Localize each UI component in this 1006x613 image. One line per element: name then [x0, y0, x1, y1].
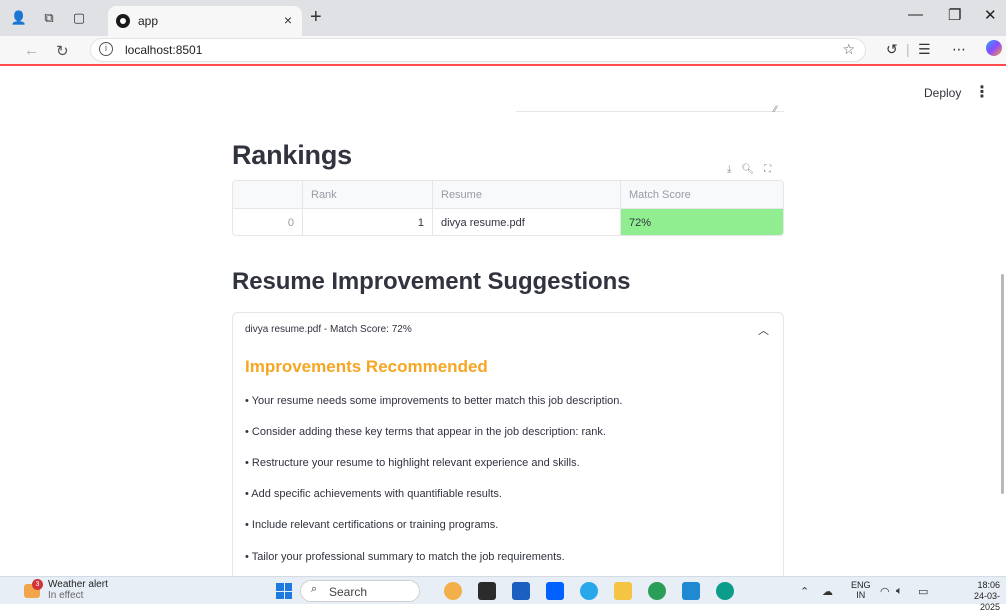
store-app-icon[interactable]	[512, 582, 530, 600]
suggestion-item: • Tailor your professional summary to ma…	[245, 551, 565, 563]
rankings-heading: Rankings	[232, 140, 352, 170]
search-icon: ⌕	[311, 583, 318, 595]
taskbar-search[interactable]: ⌕ Search	[300, 580, 420, 602]
search-icon[interactable]: 🔍︎	[741, 164, 754, 175]
suggestion-item: • Restructure your resume to highlight r…	[245, 457, 580, 469]
url-field[interactable]: i localhost:8501 ☆	[90, 38, 866, 62]
language-indicator[interactable]: ENG IN	[851, 580, 871, 600]
rank-column-header[interactable]: Rank	[303, 181, 433, 209]
toolbar-divider: |	[906, 41, 910, 57]
close-window-icon[interactable]: ✕	[984, 6, 997, 24]
browser-tab-app[interactable]: app ×	[108, 6, 302, 36]
more-options-icon[interactable]: ⋯	[952, 41, 966, 58]
restore-icon[interactable]: ❐	[948, 6, 961, 24]
weather-subtitle: In effect	[48, 590, 84, 601]
rankings-table[interactable]: Rank Resume Match Score 0 1 divya resume…	[232, 180, 784, 236]
table-row: 0 1 divya resume.pdf 72%	[233, 209, 783, 235]
dropbox-app-icon[interactable]	[546, 582, 564, 600]
main-menu-icon[interactable]: ⋮	[974, 82, 990, 102]
scrollbar[interactable]	[998, 68, 1006, 576]
task-view-icon[interactable]	[478, 582, 496, 600]
region-code: IN	[856, 590, 866, 600]
streamlit-favicon-icon	[116, 14, 130, 28]
chevron-up-icon[interactable]: ︿	[758, 322, 769, 338]
job-description-textarea[interactable]	[516, 102, 784, 112]
tab-actions-icon[interactable]: ▢	[70, 9, 88, 27]
close-tab-icon[interactable]: ×	[284, 12, 292, 28]
resume-column-header[interactable]: Resume	[433, 181, 621, 209]
suggestion-item: • Consider adding these key terms that a…	[245, 426, 606, 438]
fullscreen-icon[interactable]: ⛶	[764, 164, 771, 175]
edge-app-icon[interactable]	[716, 582, 734, 600]
start-icon[interactable]	[276, 583, 292, 599]
file-explorer-icon[interactable]	[614, 582, 632, 600]
copilot-icon[interactable]	[986, 40, 1002, 56]
refresh-icon[interactable]: ↻	[56, 42, 69, 60]
wifi-icon[interactable]: ◠	[880, 585, 890, 598]
widgets-app-icon[interactable]	[444, 582, 462, 600]
deploy-button[interactable]: Deploy	[924, 86, 961, 100]
suggestion-item: • Add specific achievements with quantif…	[245, 488, 502, 500]
copilot-app-icon[interactable]	[580, 582, 598, 600]
taskbar: 3 Weather alert In effect ⌕ Search ⌃ ☁ E…	[0, 576, 1006, 612]
index-column-header[interactable]	[233, 181, 303, 209]
download-icon[interactable]: ⤓	[727, 164, 731, 175]
resume-cell[interactable]: divya resume.pdf	[433, 209, 621, 235]
clock-date: 24-03-2025	[973, 591, 1000, 612]
language-code: ENG	[851, 580, 871, 590]
rank-cell[interactable]: 1	[303, 209, 433, 235]
battery-icon[interactable]: ▭	[918, 585, 928, 598]
suggestion-item: • Include relevant certifications or tra…	[245, 519, 499, 531]
show-hidden-icons-icon[interactable]: ⌃	[800, 585, 809, 598]
clock-time: 18:06	[977, 580, 1000, 590]
tab-title: app	[138, 14, 159, 28]
expander-title: divya resume.pdf - Match Score: 72%	[245, 324, 412, 335]
streamlit-page: Deploy ⋮ ⁄⁄ Rankings ⤓ 🔍︎ ⛶ Rank Resume …	[0, 68, 1006, 576]
weather-widget[interactable]: Weather alert In effect	[48, 579, 108, 601]
suggestions-heading: Resume Improvement Suggestions	[232, 268, 631, 295]
profile-icon[interactable]: 👤	[10, 9, 28, 27]
favorites-icon[interactable]: ☰	[918, 41, 931, 58]
workspaces-icon[interactable]: ⧉	[40, 9, 58, 27]
table-toolbar: ⤓ 🔍︎ ⛶	[727, 164, 771, 175]
weather-title: Weather alert	[48, 579, 108, 590]
suggestion-expander: divya resume.pdf - Match Score: 72% ︿ Im…	[232, 312, 784, 576]
system-clock[interactable]: 18:06 24-03-2025	[954, 580, 1000, 613]
address-bar: ← ↻ i localhost:8501 ☆ ↺ | ☰ ⋯	[0, 36, 1006, 66]
improvements-title: Improvements Recommended	[245, 357, 488, 376]
resize-handle-icon[interactable]: ⁄⁄	[774, 104, 777, 114]
chrome-app-icon[interactable]	[648, 582, 666, 600]
suggestion-item: • Your resume needs some improvements to…	[245, 395, 623, 407]
browser-tab-bar: 👤 ⧉ ▢ app × + — ❐ ✕	[0, 0, 1006, 36]
minimize-icon[interactable]: —	[908, 6, 923, 23]
volume-icon[interactable]: 🔈︎	[896, 585, 903, 598]
new-tab-icon[interactable]: +	[310, 6, 322, 29]
site-info-icon[interactable]: i	[99, 42, 113, 56]
weather-alert-badge: 3	[32, 579, 43, 590]
refresh-extension-icon[interactable]: ↺	[886, 41, 898, 58]
table-header: Rank Resume Match Score	[233, 181, 783, 209]
vscode-app-icon[interactable]	[682, 582, 700, 600]
expander-header[interactable]: divya resume.pdf - Match Score: 72% ︿	[233, 313, 785, 349]
match-score-column-header[interactable]: Match Score	[621, 181, 783, 209]
url-text: localhost:8501	[125, 43, 203, 57]
match-score-cell[interactable]: 72%	[621, 209, 783, 235]
scrollbar-thumb[interactable]	[1001, 274, 1004, 494]
row-index-cell[interactable]: 0	[233, 209, 303, 235]
onedrive-icon[interactable]: ☁	[822, 585, 833, 598]
back-icon[interactable]: ←	[24, 42, 39, 59]
favorite-star-icon[interactable]: ☆	[842, 41, 855, 58]
search-label: Search	[329, 585, 368, 599]
